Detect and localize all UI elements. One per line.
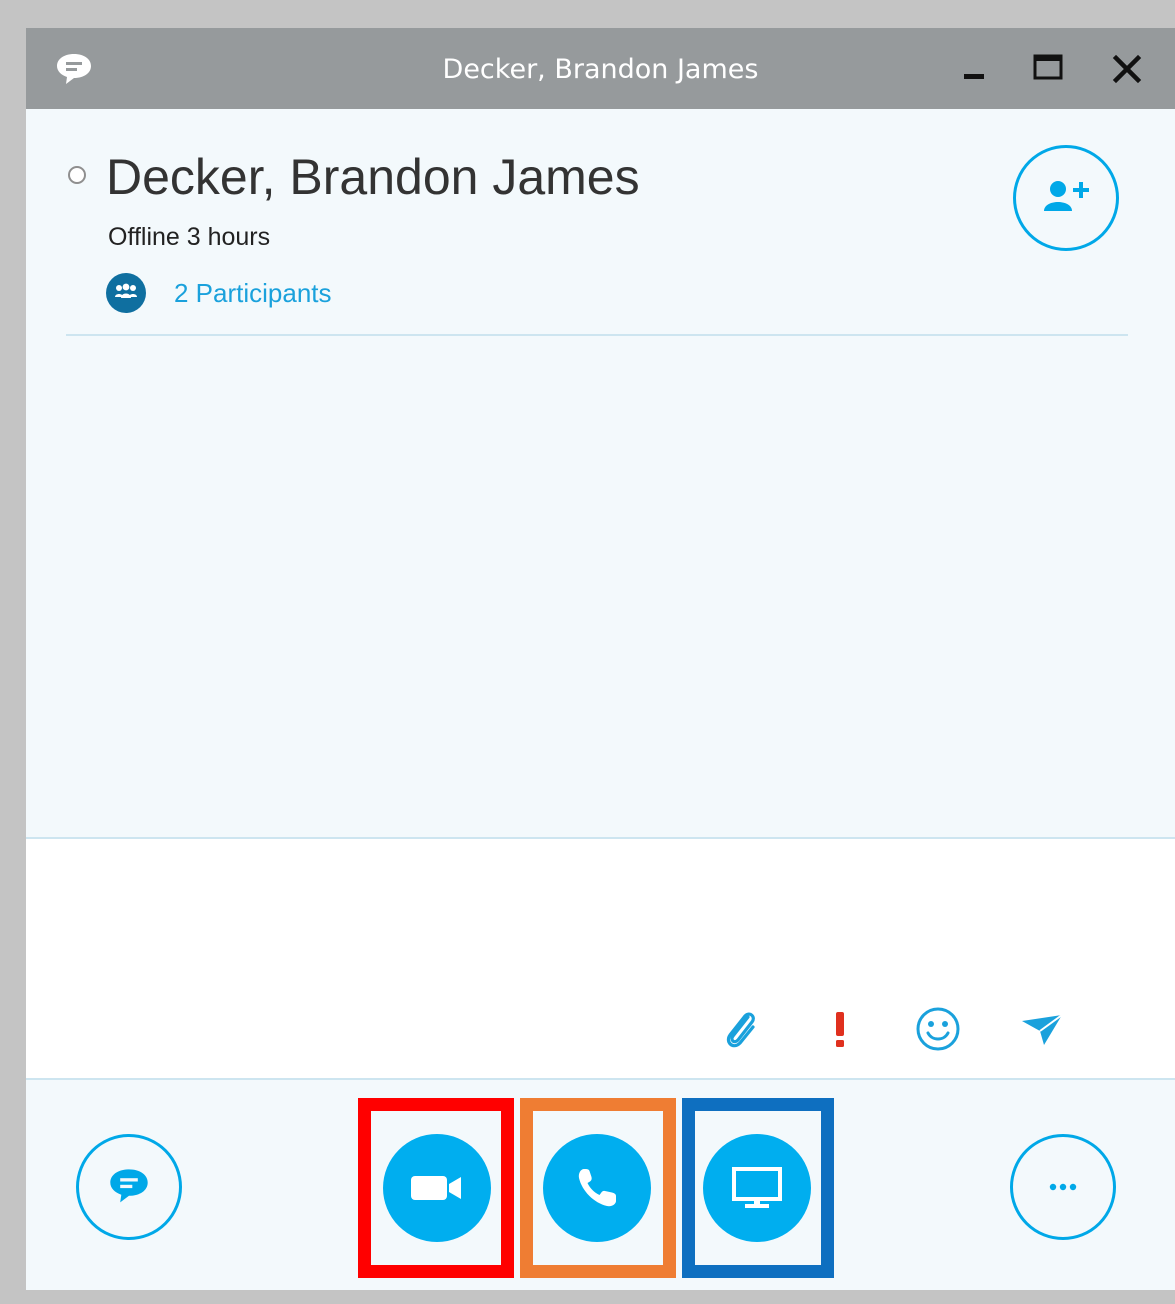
send-icon xyxy=(1022,1014,1063,1045)
conversation-header: Decker, Brandon James Offline 3 hours 2 … xyxy=(26,109,1175,336)
screen-share-highlight xyxy=(682,1098,834,1278)
conversation-history[interactable] xyxy=(26,336,1175,837)
instant-message-button[interactable] xyxy=(76,1134,182,1240)
message-input[interactable] xyxy=(56,859,1140,993)
emoticon-icon xyxy=(916,1007,960,1051)
compose-area xyxy=(26,837,1175,1080)
maximize-button[interactable] xyxy=(1032,52,1066,86)
minimize-button[interactable] xyxy=(960,52,994,86)
participants-icon xyxy=(106,273,146,313)
contact-status: Offline 3 hours xyxy=(108,223,271,251)
im-icon xyxy=(110,1169,148,1203)
close-icon xyxy=(1112,54,1142,84)
title-bar[interactable]: Decker, Brandon James xyxy=(26,28,1175,109)
attach-file-button[interactable] xyxy=(710,999,770,1059)
add-participant-button[interactable] xyxy=(1013,145,1119,251)
video-call-highlight xyxy=(358,1098,514,1278)
audio-call-highlight xyxy=(520,1098,676,1278)
emoticons-button[interactable] xyxy=(908,999,968,1059)
more-options-button[interactable] xyxy=(1010,1134,1116,1240)
participants-label: 2 Participants xyxy=(174,278,332,308)
participants-link[interactable]: 2 Participants xyxy=(106,273,332,313)
more-options-icon xyxy=(1049,1183,1077,1191)
send-button[interactable] xyxy=(1012,999,1072,1059)
contact-name: Decker, Brandon James xyxy=(106,149,640,205)
presence-indicator xyxy=(68,166,86,184)
maximize-icon xyxy=(1033,54,1063,80)
window-title: Decker, Brandon James xyxy=(442,54,759,85)
add-person-icon xyxy=(1044,181,1089,211)
close-button[interactable] xyxy=(1110,52,1144,86)
minimize-icon xyxy=(964,74,984,79)
attach-icon xyxy=(726,1012,755,1048)
mark-important-button[interactable] xyxy=(810,999,870,1059)
important-icon xyxy=(836,1012,844,1047)
